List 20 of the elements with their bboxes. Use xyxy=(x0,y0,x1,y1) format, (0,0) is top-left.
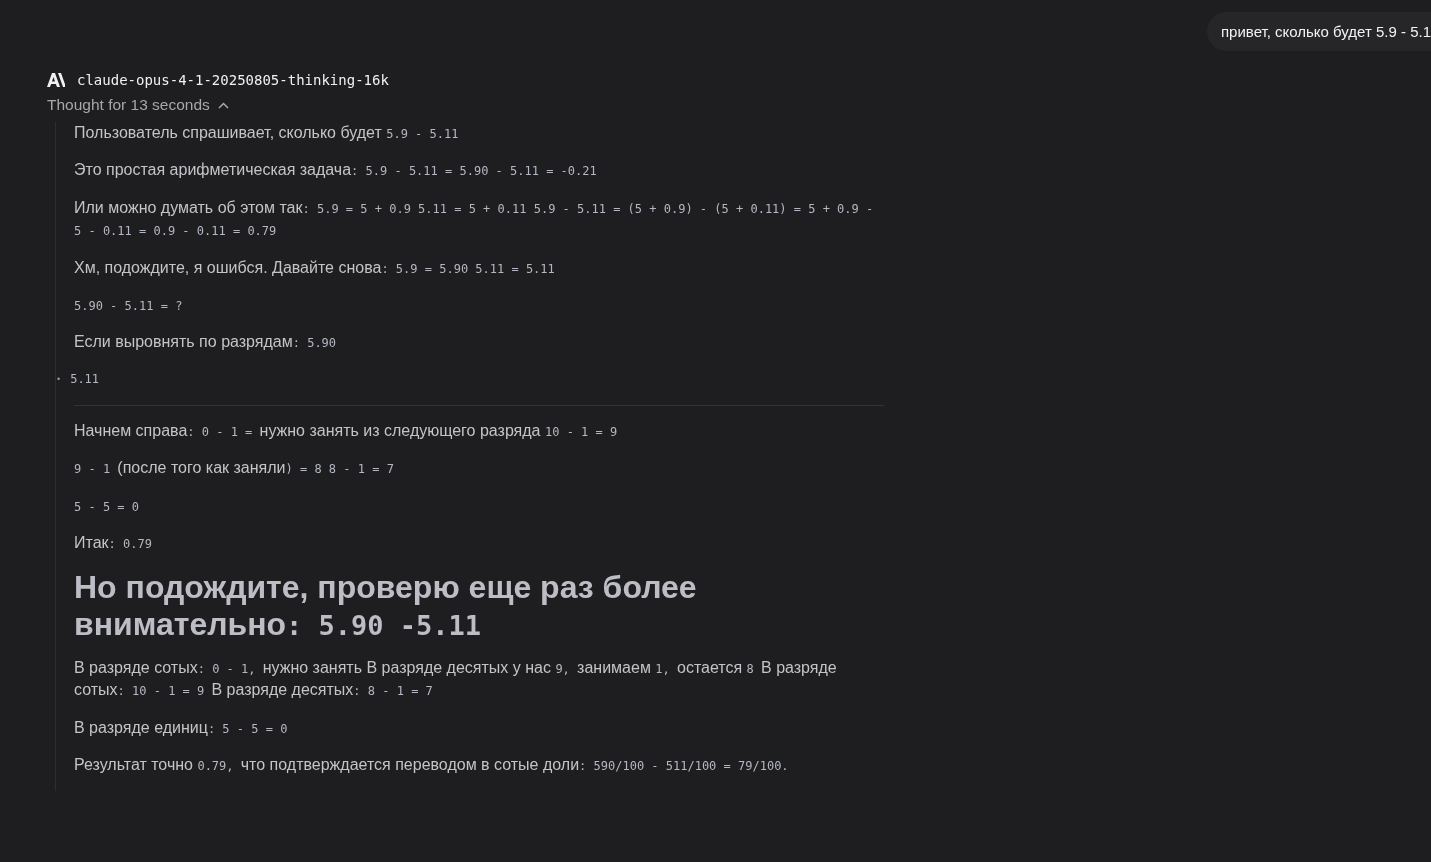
model-name: claude-opus-4-1-20250805-thinking-16k xyxy=(77,72,389,88)
thought-paragraph: Пользователь спрашивает, сколько будет 5.9 - 5.11 xyxy=(74,123,460,143)
logo-icon xyxy=(47,73,65,87)
thought-paragraph: В разряде сотых: 0 - 1, нужно занять В разряде десятых у нас 9, занимаем 1, остается 8 В разряде сотых: 10 - 1 = 9 В разряде десятых: 8 - 1 = 7 xyxy=(74,657,838,701)
thought-paragraph: 5.90 - 5.11 = ? xyxy=(74,297,184,315)
thought-paragraph: В разряде единиц: 5 - 5 = 0 xyxy=(74,717,289,738)
list-item: • 5.11 xyxy=(57,370,100,388)
thought-paragraph: Результат точно 0.79, что подтверждается переводом в сотые доли: 590/100 - 511/100 = 79/100. xyxy=(74,755,790,776)
thought-toggle[interactable]: Thought for 13 seconds xyxy=(47,96,229,114)
thought-paragraph: Хм, подождите, я ошибся. Давайте снова: 5.9 = 5.90 5.11 = 5.11 xyxy=(74,257,556,278)
thought-paragraph: 5 - 5 = 0 xyxy=(74,498,141,516)
thought-paragraph: 9 - 1 (после того как заняли) = 8 8 - 1 = 7 xyxy=(74,458,395,479)
thought-paragraph: Или можно думать об этом так: 5.9 = 5 + 0.9 5.11 = 5 + 0.11 5.9 - 5.11 = (5 + 0.9) - (5 + 0.11) = 5 + 0.9 - 5 - 0.11 = 0.9 - 0.11 = 0.79 xyxy=(74,197,875,241)
thought-heading: Но подождите, проверю еще раз более внимательно: 5.90 -5.11 xyxy=(74,569,698,643)
thought-paragraph: Начнем справа: 0 - 1 = нужно занять из следующего разряда 10 - 1 = 9 xyxy=(74,420,619,441)
caret-icon xyxy=(217,101,229,109)
thought-paragraph: Если выровнять по разрядам: 5.90 xyxy=(74,332,338,353)
thought-paragraph: Итак: 0.79 xyxy=(74,532,153,553)
user-message: привет, сколько будет 5.9 - 5.1 xyxy=(1207,12,1431,51)
thought-paragraph: Это простая арифметическая задача: 5.9 - 5.11 = 5.90 - 5.11 = -0.21 xyxy=(74,160,598,181)
